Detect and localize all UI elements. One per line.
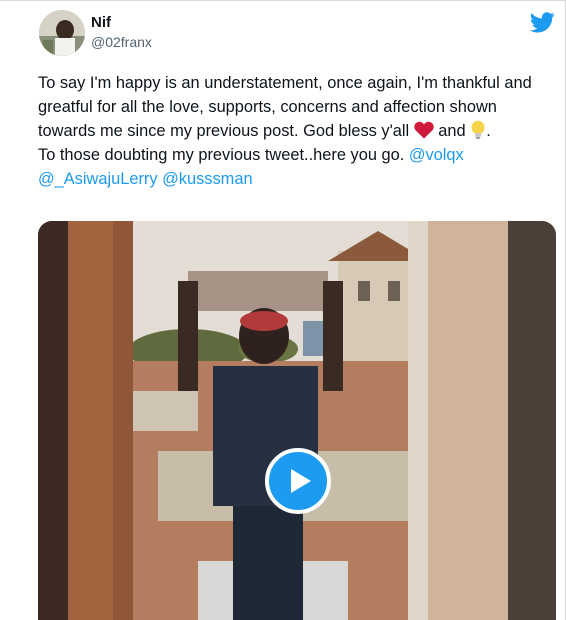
author-name[interactable]: Nif xyxy=(91,14,111,31)
heart-icon xyxy=(414,121,434,139)
author-handle[interactable]: @02franx xyxy=(91,34,152,50)
mention-link[interactable]: @kusssman xyxy=(162,170,252,188)
avatar[interactable] xyxy=(39,10,85,56)
tweet-text-part-3: . xyxy=(486,122,491,140)
video-thumbnail xyxy=(38,221,556,620)
tweet-text-part-4: To those doubting my previous tweet..her… xyxy=(38,146,409,164)
play-button[interactable] xyxy=(265,448,331,514)
mention-link[interactable]: @volqx xyxy=(409,146,464,164)
tweet-paragraph-2: To those doubting my previous tweet..her… xyxy=(38,143,553,191)
tweet-paragraph-1: To say I'm happy is an understatement, o… xyxy=(38,71,553,143)
video-player[interactable] xyxy=(38,221,556,620)
tweet-text-part-2: and xyxy=(433,122,471,140)
avatar-image xyxy=(39,10,85,56)
lightbulb-icon xyxy=(471,120,485,139)
tweet-card: Nif @02franx To say I'm happy is an unde… xyxy=(0,0,566,620)
mention-link[interactable]: @_AsiwajuLerry xyxy=(38,170,158,188)
twitter-bird-icon[interactable] xyxy=(530,12,555,33)
play-icon xyxy=(291,469,311,493)
tweet-text: To say I'm happy is an understatement, o… xyxy=(38,71,553,191)
